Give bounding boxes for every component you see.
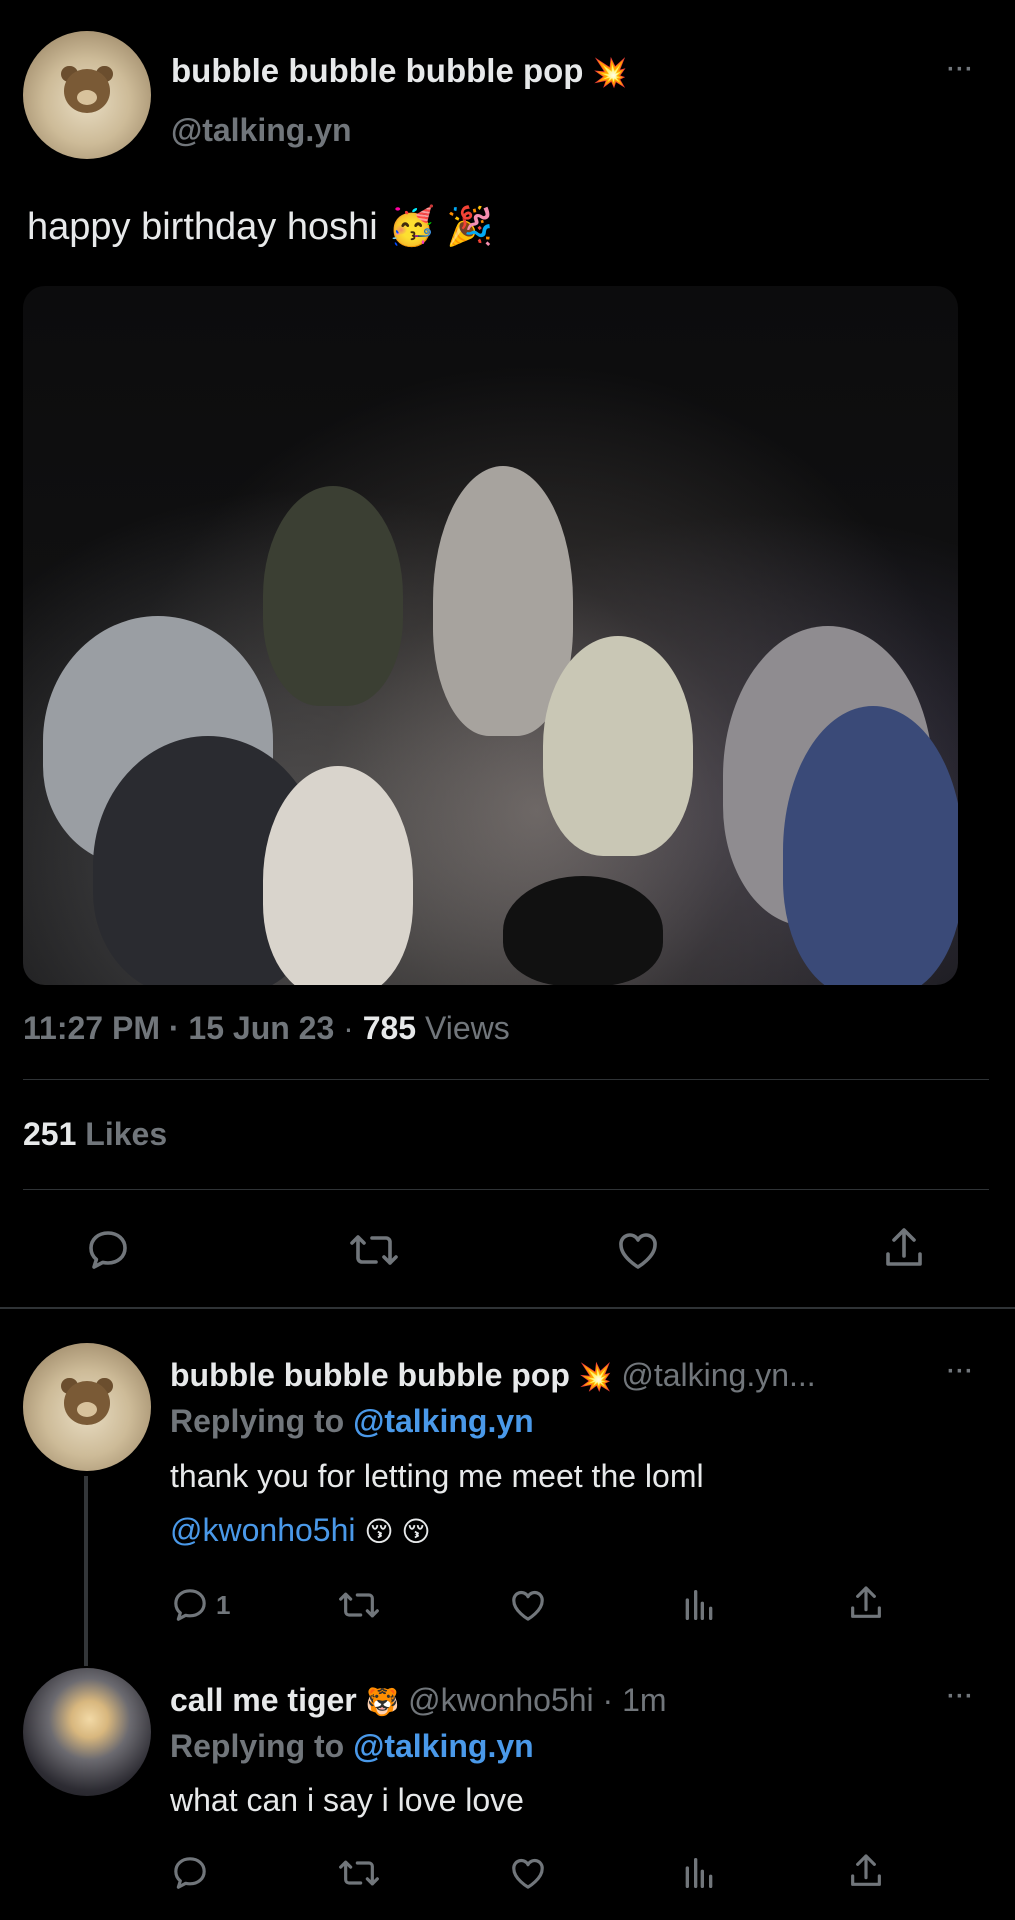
share-icon[interactable] (846, 1583, 886, 1623)
section-divider (0, 1307, 1015, 1309)
reply-age[interactable]: 1m (622, 1682, 666, 1718)
views-count: 785 (362, 1010, 417, 1046)
thread-line (84, 1476, 88, 1666)
reply-icon[interactable]: 1 (170, 1585, 230, 1625)
meta-separator: · (602, 1682, 614, 1718)
reply-handle[interactable]: @talking.yn... (621, 1357, 815, 1393)
author-display-name[interactable]: bubble bubble bubble pop 💥 (171, 52, 627, 90)
analytics-icon[interactable] (679, 1585, 719, 1625)
name-emoji: 💥 (592, 57, 628, 88)
tweet-time[interactable]: 11:27 PM (23, 1010, 160, 1046)
replying-label: Replying to (170, 1728, 345, 1764)
author-avatar[interactable] (23, 31, 151, 159)
more-icon[interactable]: ··· (947, 1358, 974, 1386)
reply-display-name[interactable]: bubble bubble bubble pop 💥 @talking.yn..… (170, 1357, 816, 1394)
photo-figure (783, 706, 958, 985)
like-icon[interactable] (508, 1853, 548, 1893)
more-icon[interactable]: ··· (947, 56, 974, 84)
photo-figure (263, 766, 413, 985)
photo-figure (503, 876, 663, 985)
likes-label: Likes (85, 1116, 168, 1152)
replying-label: Replying to (170, 1403, 345, 1439)
divider (23, 1189, 989, 1190)
author-handle[interactable]: @talking.yn (171, 112, 352, 149)
replying-to: Replying to @talking.yn (170, 1403, 534, 1440)
meta-separator: · (343, 1010, 354, 1046)
photo-figure (543, 636, 693, 856)
reply-text: thank you for letting me meet the loml (170, 1458, 704, 1494)
share-icon[interactable] (846, 1851, 886, 1891)
replying-handle-link[interactable]: @talking.yn (353, 1728, 534, 1764)
name-emoji: 💥 (578, 1362, 613, 1392)
like-icon[interactable] (508, 1585, 548, 1625)
reply-avatar[interactable] (23, 1668, 151, 1796)
tweet-text: happy birthday hoshi 🥳 🎉 (27, 206, 494, 248)
more-icon[interactable]: ··· (947, 1683, 974, 1711)
reply-avatar[interactable] (23, 1343, 151, 1471)
retweet-icon[interactable] (337, 1853, 381, 1893)
reply-text: what can i say i love love (170, 1782, 524, 1818)
reply-icon[interactable] (84, 1226, 132, 1274)
share-icon[interactable] (880, 1224, 928, 1272)
like-icon[interactable] (614, 1226, 662, 1274)
reply-emojis: 😚 😚 (364, 1516, 431, 1547)
photo-figure (263, 486, 403, 706)
mention-link[interactable]: @kwonho5hi (170, 1512, 355, 1548)
reply-count: 1 (216, 1589, 231, 1620)
retweet-icon[interactable] (348, 1226, 400, 1274)
likes-count: 251 (23, 1116, 77, 1152)
retweet-icon[interactable] (337, 1585, 381, 1625)
divider (23, 1079, 989, 1080)
meta-separator: · (168, 1010, 180, 1046)
analytics-icon[interactable] (679, 1853, 719, 1893)
tweet-date[interactable]: 15 Jun 23 (188, 1010, 334, 1046)
name-emoji: 🐯 (365, 1687, 400, 1717)
replying-to: Replying to @talking.yn (170, 1728, 534, 1765)
reply-text-line2: @kwonho5hi 😚 😚 (170, 1512, 431, 1549)
reply-display-name[interactable]: call me tiger 🐯 @kwonho5hi · 1m (170, 1682, 667, 1719)
reply-icon[interactable] (170, 1853, 210, 1893)
reply-handle[interactable]: @kwonho5hi (408, 1682, 593, 1718)
tweet-meta: 11:27 PM · 15 Jun 23 · 785 Views (23, 1010, 510, 1047)
likes-stat[interactable]: 251 Likes (23, 1116, 167, 1153)
views-label: Views (424, 1010, 510, 1046)
tweet-photo[interactable] (23, 286, 958, 985)
replying-handle-link[interactable]: @talking.yn (353, 1403, 534, 1439)
